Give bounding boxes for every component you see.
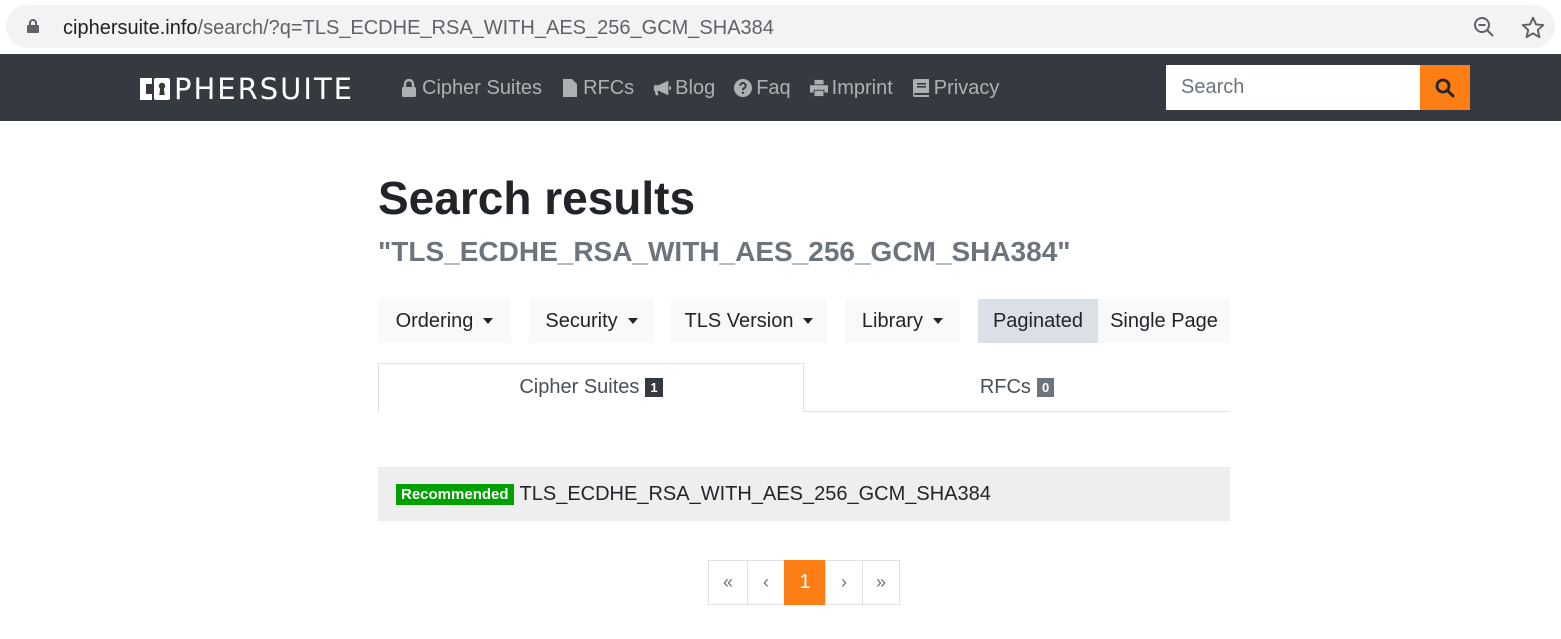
list-item[interactable]: Recommended TLS_ECDHE_RSA_WITH_AES_256_G…: [378, 467, 1230, 521]
nav-blog[interactable]: Blog: [653, 75, 715, 101]
url-text[interactable]: ciphersuite.info/search/?q=TLS_ECDHE_RSA…: [63, 17, 774, 39]
bookmark-star-icon[interactable]: [1520, 15, 1546, 41]
dropdown-label: Library: [861, 309, 924, 332]
search-input[interactable]: [1166, 65, 1420, 110]
nav-imprint[interactable]: Imprint: [809, 75, 893, 101]
keyhole-logo-icon: [140, 78, 170, 100]
site-logo[interactable]: PHERSUITE: [138, 74, 354, 104]
nav-cipher-suites[interactable]: Cipher Suites: [400, 75, 542, 101]
nav-label: Privacy: [933, 77, 1000, 99]
tab-cipher-suites[interactable]: Cipher Suites 1: [378, 363, 804, 412]
pagination: « ‹ 1 › »: [708, 560, 900, 605]
nav-rfcs[interactable]: RFCs: [561, 75, 634, 101]
tab-label: RFCs: [979, 376, 1031, 398]
lock-icon: [27, 19, 39, 33]
tls-version-dropdown[interactable]: TLS Version: [671, 299, 827, 343]
caret-down-icon: [627, 318, 638, 324]
cipher-suite-link[interactable]: TLS_ECDHE_RSA_WITH_AES_256_GCM_SHA384: [520, 483, 991, 506]
nav-label: Imprint: [831, 77, 893, 99]
url-host: ciphersuite.info: [63, 17, 198, 39]
question-circle-icon: [734, 79, 753, 97]
previous-page-button[interactable]: ‹: [747, 560, 785, 605]
dropdown-label: Ordering: [395, 309, 474, 332]
nav-label: Blog: [675, 77, 716, 99]
page-title: Search results: [378, 172, 696, 224]
site-navbar: PHERSUITE Cipher Suites RFCs Blog Faq Im…: [0, 54, 1561, 121]
nav-label: Faq: [756, 77, 791, 99]
lock-icon: [402, 79, 416, 97]
count-badge: 0: [1036, 378, 1055, 397]
dropdown-label: Security: [545, 309, 618, 332]
caret-down-icon: [933, 318, 944, 324]
search-button[interactable]: [1420, 65, 1470, 110]
tab-rfcs[interactable]: RFCs 0: [804, 363, 1230, 412]
address-bar[interactable]: ciphersuite.info/search/?q=TLS_ECDHE_RSA…: [6, 5, 1555, 48]
dropdown-label: TLS Version: [684, 309, 794, 332]
url-path: /search/?q=TLS_ECDHE_RSA_WITH_AES_256_GC…: [197, 17, 774, 39]
main-nav: Cipher Suites RFCs Blog Faq Imprint Priv…: [400, 75, 1018, 101]
print-icon: [809, 79, 828, 97]
search-icon: [1435, 78, 1455, 97]
nav-label: RFCs: [583, 77, 635, 99]
bullhorn-icon: [654, 80, 672, 96]
paginated-toggle[interactable]: Paginated: [978, 299, 1098, 343]
library-dropdown[interactable]: Library: [845, 299, 960, 343]
single-page-toggle[interactable]: Single Page: [1098, 299, 1230, 343]
next-page-button[interactable]: ›: [825, 560, 863, 605]
tab-label: Cipher Suites: [519, 376, 640, 398]
current-page-button[interactable]: 1: [784, 560, 826, 605]
recommended-badge: Recommended: [396, 483, 514, 505]
ordering-dropdown[interactable]: Ordering: [378, 299, 511, 343]
logo-text: PHERSUITE: [174, 72, 354, 106]
first-page-button[interactable]: «: [708, 560, 748, 605]
nav-privacy[interactable]: Privacy: [912, 75, 1000, 101]
book-icon: [912, 79, 929, 97]
caret-down-icon: [483, 318, 494, 324]
last-page-button[interactable]: »: [862, 560, 900, 605]
nav-faq[interactable]: Faq: [734, 75, 791, 101]
nav-label: Cipher Suites: [422, 77, 543, 99]
search-query: "TLS_ECDHE_RSA_WITH_AES_256_GCM_SHA384": [378, 236, 1071, 267]
security-dropdown[interactable]: Security: [529, 299, 654, 343]
zoom-out-icon[interactable]: [1472, 15, 1496, 39]
file-icon: [563, 79, 578, 97]
caret-down-icon: [803, 318, 814, 324]
count-badge: 1: [645, 378, 663, 397]
